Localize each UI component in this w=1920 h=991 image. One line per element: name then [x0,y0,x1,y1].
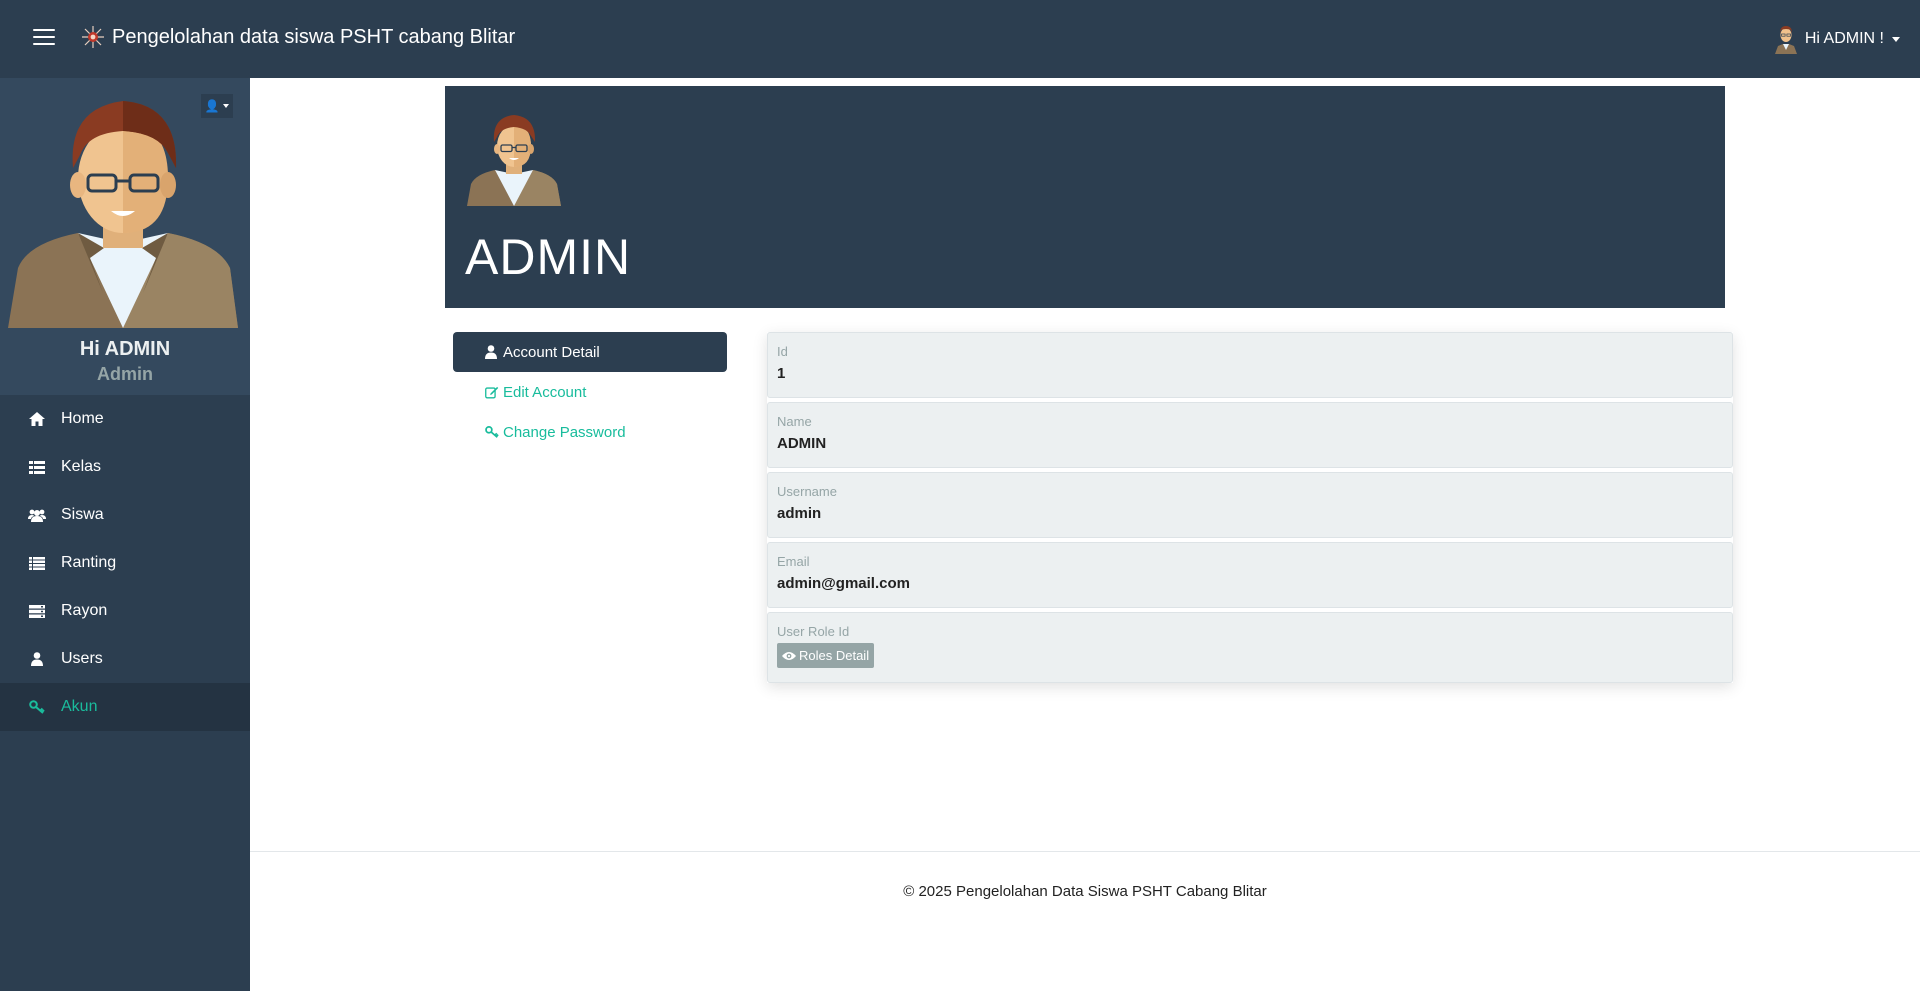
list-icon [27,555,47,571]
sidebar-item-rayon[interactable]: Rayon [0,587,250,635]
profile-avatar-icon [8,101,238,328]
brand-title: Pengelolahan data siswa PSHT cabang Blit… [112,25,516,48]
change-password-label: Change Password [503,423,626,441]
eye-icon [782,651,796,661]
user-avatar-icon [1774,26,1797,54]
account-menu: Account Detail Edit Account Change Passw… [453,332,727,452]
user-greeting: Hi ADMIN ! [1804,30,1884,47]
field-user-role: User Role Id Roles Detail [767,612,1733,683]
field-value: ADMIN [777,435,827,452]
sidebar-item-label: Rayon [61,602,108,619]
edit-account-label: Edit Account [503,383,587,401]
brand[interactable]: Pengelolahan data siswa PSHT cabang Blit… [80,24,515,50]
change-password-link[interactable]: Change Password [453,412,727,452]
chevron-down-icon [1892,36,1900,42]
key-icon [27,699,47,715]
field-name: Name ADMIN [767,402,1733,468]
sidebar-item-label: Ranting [61,554,117,571]
sidebar-item-home[interactable]: Home [0,395,250,443]
sidebar-item-kelas[interactable]: Kelas [0,443,250,491]
field-label: Username [777,484,837,499]
field-id: Id 1 [767,332,1733,398]
page-title: ADMIN [465,229,632,285]
main-content: ADMIN Account Detail Edit Account Change… [250,78,1920,991]
server-icon [27,603,47,619]
sidebar-item-label: Siswa [61,506,104,523]
field-label: Name [777,414,812,429]
key-icon [485,425,499,439]
sidebar-profile: 👤 Hi ADMIN Admin [0,78,250,395]
users-icon [27,507,47,523]
sidebar-item-label: Kelas [61,458,102,475]
brand-logo-icon [82,26,104,48]
field-label: Id [777,344,788,359]
menu-toggle-icon[interactable] [33,29,55,49]
user-dropdown[interactable]: Hi ADMIN ! [1771,24,1900,54]
home-icon [27,411,47,427]
top-navbar: Pengelolahan data siswa PSHT cabang Blit… [0,0,1920,78]
profile-avatar-icon [467,115,561,206]
sidebar-item-siswa[interactable]: Siswa [0,491,250,539]
user-icon [27,651,47,667]
field-email: Email admin@gmail.com [767,542,1733,608]
sidebar-item-users[interactable]: Users [0,635,250,683]
profile-role: Admin [97,364,153,384]
sidebar: 👤 Hi ADMIN Admin Home Kelas Siswa Rantin… [0,78,250,991]
sidebar-item-label: Akun [61,698,98,715]
profile-header: ADMIN [445,86,1725,308]
field-label: User Role Id [777,624,850,639]
field-value: 1 [777,365,786,382]
field-label: Email [777,554,810,569]
field-username: Username admin [767,472,1733,538]
field-value: admin [777,505,822,522]
profile-options-button[interactable]: 👤 [201,94,233,118]
account-detail-link[interactable]: Account Detail [453,332,727,372]
sidebar-item-label: Users [61,650,103,667]
footer: © 2025 Pengelolahan Data Siswa PSHT Caba… [250,851,1920,991]
footer-copyright: © 2025 Pengelolahan Data Siswa PSHT Caba… [903,883,1267,900]
table-icon [27,459,47,475]
profile-name: Hi ADMIN [79,338,171,360]
edit-account-link[interactable]: Edit Account [453,372,727,412]
edit-icon [485,385,499,399]
sidebar-item-ranting[interactable]: Ranting [0,539,250,587]
roles-detail-label: Roles Detail [799,648,870,663]
sidebar-item-label: Home [61,410,104,427]
user-icon: 👤 [204,99,220,113]
account-details-panel: Id 1 Name ADMIN Username admin Email adm… [767,332,1733,683]
account-detail-label: Account Detail [503,343,600,361]
chevron-down-icon [223,104,230,108]
user-icon [485,345,499,359]
sidebar-nav: Home Kelas Siswa Ranting Rayon Users Aku… [0,395,250,731]
sidebar-item-akun[interactable]: Akun [0,683,250,731]
roles-detail-button[interactable]: Roles Detail [777,643,875,668]
field-value: admin@gmail.com [777,575,910,592]
